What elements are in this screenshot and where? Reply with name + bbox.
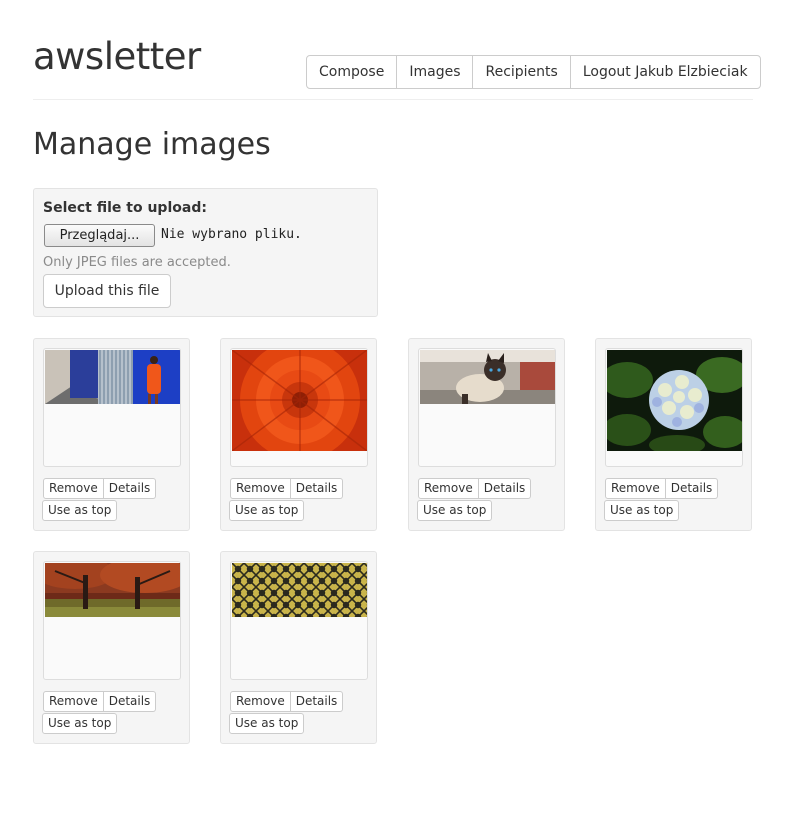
details-button[interactable]: Details xyxy=(290,478,344,499)
upload-panel: Select file to upload: Przeglądaj... Nie… xyxy=(33,188,378,317)
use-as-top-button[interactable]: Use as top xyxy=(42,500,118,521)
details-button[interactable]: Details xyxy=(103,478,157,499)
site-header: awsletter Compose Images Recipients Logo… xyxy=(33,0,761,100)
upload-button[interactable]: Upload this file xyxy=(43,274,171,308)
image-thumbnail[interactable] xyxy=(420,350,555,404)
image-thumbnail-frame xyxy=(230,561,368,680)
image-thumbnail[interactable] xyxy=(45,563,180,617)
remove-button[interactable]: Remove xyxy=(230,691,291,712)
page-title: Manage images xyxy=(33,127,271,162)
image-card: Remove Details Use as top xyxy=(33,551,190,744)
image-card: Remove Details Use as top xyxy=(595,338,752,531)
nav-images[interactable]: Images xyxy=(396,56,472,88)
nav-recipients[interactable]: Recipients xyxy=(472,56,569,88)
details-button[interactable]: Details xyxy=(290,691,344,712)
file-status-text: Nie wybrano pliku. xyxy=(161,227,302,242)
card-actions: Remove Details xyxy=(230,691,344,712)
card-actions: Remove Details xyxy=(605,478,719,499)
card-actions: Remove Details xyxy=(43,478,157,499)
nav-compose[interactable]: Compose xyxy=(307,56,396,88)
image-thumbnail[interactable] xyxy=(232,563,367,617)
image-thumbnail-frame xyxy=(418,348,556,467)
image-thumbnail-frame xyxy=(605,348,743,467)
card-actions: Remove Details xyxy=(43,691,157,712)
upload-help-text: Only JPEG files are accepted. xyxy=(43,255,231,270)
image-thumbnail[interactable] xyxy=(232,350,367,451)
image-card: Remove Details Use as top xyxy=(33,338,190,531)
remove-button[interactable]: Remove xyxy=(43,478,104,499)
image-card: Remove Details Use as top xyxy=(220,338,377,531)
use-as-top-button[interactable]: Use as top xyxy=(229,713,305,734)
remove-button[interactable]: Remove xyxy=(605,478,666,499)
remove-button[interactable]: Remove xyxy=(418,478,479,499)
use-as-top-button[interactable]: Use as top xyxy=(417,500,493,521)
brand-title[interactable]: awsletter xyxy=(33,38,201,75)
use-as-top-button[interactable]: Use as top xyxy=(42,713,118,734)
image-thumbnail-frame xyxy=(230,348,368,467)
details-button[interactable]: Details xyxy=(103,691,157,712)
card-actions: Remove Details xyxy=(230,478,344,499)
image-thumbnail[interactable] xyxy=(45,350,180,404)
upload-label: Select file to upload: xyxy=(43,200,207,216)
details-button[interactable]: Details xyxy=(478,478,532,499)
image-thumbnail[interactable] xyxy=(607,350,742,451)
main-nav: Compose Images Recipients Logout Jakub E… xyxy=(306,55,761,89)
use-as-top-button[interactable]: Use as top xyxy=(229,500,305,521)
details-button[interactable]: Details xyxy=(665,478,719,499)
card-actions: Remove Details xyxy=(418,478,532,499)
browse-file-button[interactable]: Przeglądaj... xyxy=(44,224,155,247)
remove-button[interactable]: Remove xyxy=(230,478,291,499)
use-as-top-button[interactable]: Use as top xyxy=(604,500,680,521)
remove-button[interactable]: Remove xyxy=(43,691,104,712)
nav-logout[interactable]: Logout Jakub Elzbieciak xyxy=(569,56,760,88)
image-card: Remove Details Use as top xyxy=(220,551,377,744)
image-thumbnail-frame xyxy=(43,561,181,680)
image-card: Remove Details Use as top xyxy=(408,338,565,531)
image-thumbnail-frame xyxy=(43,348,181,467)
